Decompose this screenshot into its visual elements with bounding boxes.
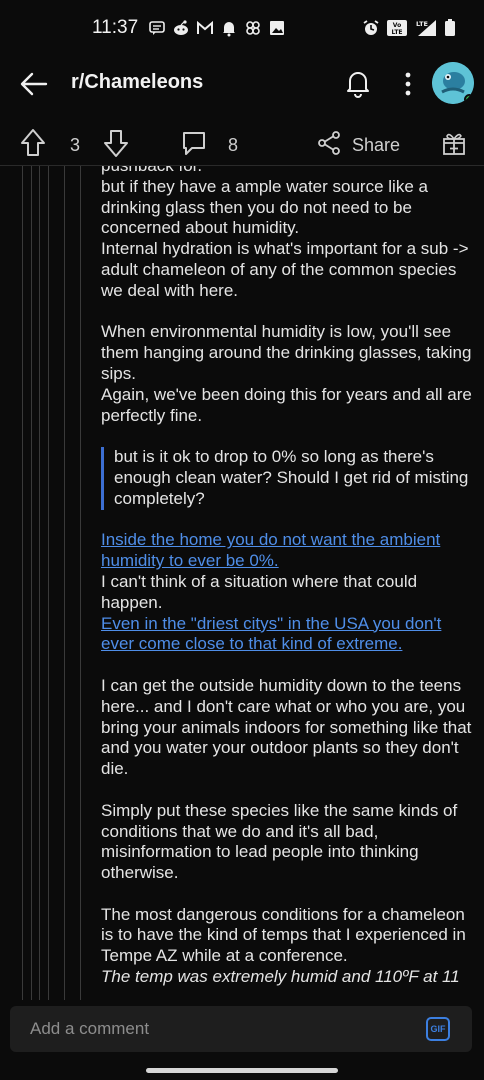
subreddit-title[interactable]: r/Chameleons (71, 71, 203, 94)
comment-link[interactable]: Inside the home you do not want the ambi… (101, 530, 440, 570)
avatar[interactable] (432, 62, 474, 104)
comment-body: pushback for. but if they have a ample w… (101, 166, 476, 988)
image-icon (268, 19, 286, 37)
svg-text:Vo: Vo (393, 22, 401, 29)
comment-text: I can get the outside humidity down to t… (101, 675, 472, 779)
thread-depth-line[interactable] (48, 166, 49, 1000)
comment-count: 8 (228, 135, 239, 155)
downvote-arrow-icon[interactable] (103, 128, 129, 163)
comment-text: Simply put these species like the same k… (101, 800, 458, 883)
overflow-menu-icon[interactable] (398, 68, 418, 100)
battery-icon (444, 19, 456, 37)
comment-text: The most dangerous conditions for a cham… (101, 904, 466, 966)
pinwheel-icon (244, 19, 262, 37)
comment-thread: pushback for. but if they have a ample w… (0, 166, 484, 1000)
comment-text: Internal hydration is what's important f… (101, 239, 469, 300)
app-bar: r/Chameleons (0, 56, 484, 112)
share-icon (316, 130, 342, 161)
comment-link[interactable]: Even in the "driest citys" in the USA yo… (101, 614, 441, 654)
downvote-group (103, 128, 129, 163)
gif-icon[interactable]: GIF (426, 1017, 450, 1041)
lte-signal-icon: LTE (414, 19, 438, 37)
quoted-text: but is it ok to drop to 0% so long as th… (101, 447, 476, 510)
svg-text:LTE: LTE (391, 29, 402, 36)
comment-input[interactable]: Add a comment (30, 1019, 149, 1039)
comment-text: pushback for. (101, 166, 476, 177)
thread-depth-line[interactable] (39, 166, 40, 1000)
comment-composer[interactable]: Add a comment GIF (10, 1006, 472, 1052)
award-gift-icon (441, 130, 467, 161)
message-icon (148, 19, 166, 37)
svg-text:LTE: LTE (416, 20, 428, 28)
status-bar: 11:37 Vo LTE LTE (0, 0, 484, 56)
comment-text: I can't think of a situation where that … (101, 571, 418, 612)
status-time: 11:37 (92, 17, 139, 38)
upvote-group: 3 (20, 128, 80, 163)
thread-depth-line[interactable] (31, 166, 32, 1000)
gmail-icon (196, 19, 214, 37)
volte-icon: Vo LTE (386, 19, 408, 37)
thread-depth-line[interactable] (64, 166, 65, 1000)
reddit-icon (172, 19, 190, 37)
online-status-dot (464, 94, 474, 104)
thread-depth-line[interactable] (80, 166, 81, 1000)
comment-text: but if they have a ample water source li… (101, 176, 428, 238)
gesture-home-bar[interactable] (146, 1068, 338, 1073)
alarm-icon (362, 19, 380, 37)
comments-group[interactable]: 8 (180, 129, 238, 162)
bell-icon (220, 19, 238, 37)
vote-count: 3 (70, 135, 81, 155)
thread-depth-line[interactable] (22, 166, 23, 1000)
share-label: Share (352, 135, 401, 155)
post-action-bar: 3 8 Share (0, 120, 484, 166)
system-icons: Vo LTE LTE (362, 19, 456, 37)
notification-icons (148, 19, 286, 37)
share-button[interactable]: Share (316, 130, 400, 161)
award-button[interactable] (441, 130, 467, 161)
comment-bubble-icon[interactable] (180, 129, 208, 162)
notification-bell-icon[interactable] (343, 68, 373, 98)
comment-text-italic: The temp was extremely humid and 110ºF a… (101, 967, 460, 987)
comment-text: When environmental humidity is low, you'… (101, 322, 472, 383)
comment-text: Again, we've been doing this for years a… (101, 384, 472, 425)
back-arrow-icon[interactable] (18, 68, 50, 100)
upvote-arrow-icon[interactable] (20, 128, 46, 163)
